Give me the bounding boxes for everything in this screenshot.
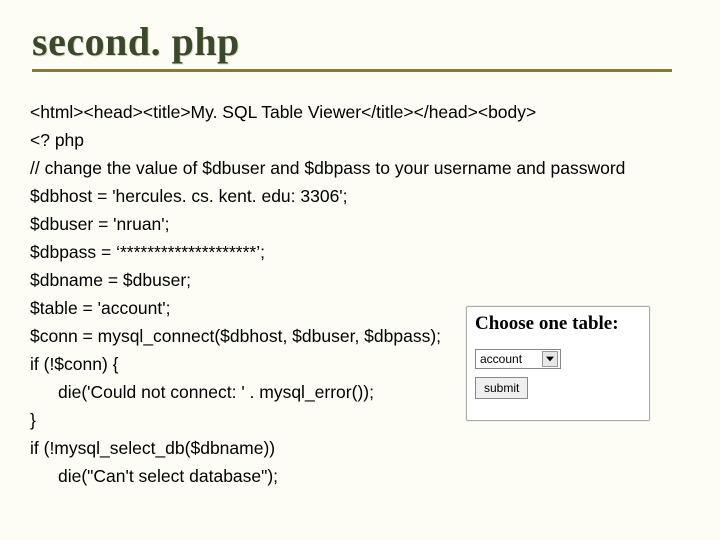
submit-button[interactable]: submit	[475, 377, 528, 399]
select-value: account	[480, 352, 542, 366]
code-line: $dbhost = 'hercules. cs. kent. edu: 3306…	[30, 182, 690, 210]
code-line: die("Can't select database");	[30, 462, 690, 490]
table-select[interactable]: account	[475, 349, 561, 369]
code-line: if (!mysql_select_db($dbname))	[30, 434, 690, 462]
title-underline	[32, 69, 672, 72]
page-title: second. php	[32, 18, 690, 65]
slide: second. php <html><head><title>My. SQL T…	[0, 0, 720, 540]
code-line: <? php	[30, 126, 690, 154]
code-line: $dbuser = 'nruan';	[30, 210, 690, 238]
chevron-down-icon	[542, 351, 558, 367]
code-line: $dbpass = ‘********************’;	[30, 238, 690, 266]
code-wrap: <html><head><title>My. SQL Table Viewer<…	[30, 98, 690, 490]
code-line: $dbname = $dbuser;	[30, 266, 690, 294]
submit-label: submit	[484, 381, 519, 395]
browser-inset: Choose one table: account submit	[466, 306, 650, 421]
code-line: <html><head><title>My. SQL Table Viewer<…	[30, 98, 690, 126]
code-block: <html><head><title>My. SQL Table Viewer<…	[30, 98, 690, 490]
code-line: // change the value of $dbuser and $dbpa…	[30, 154, 690, 182]
inset-heading: Choose one table:	[475, 313, 641, 335]
